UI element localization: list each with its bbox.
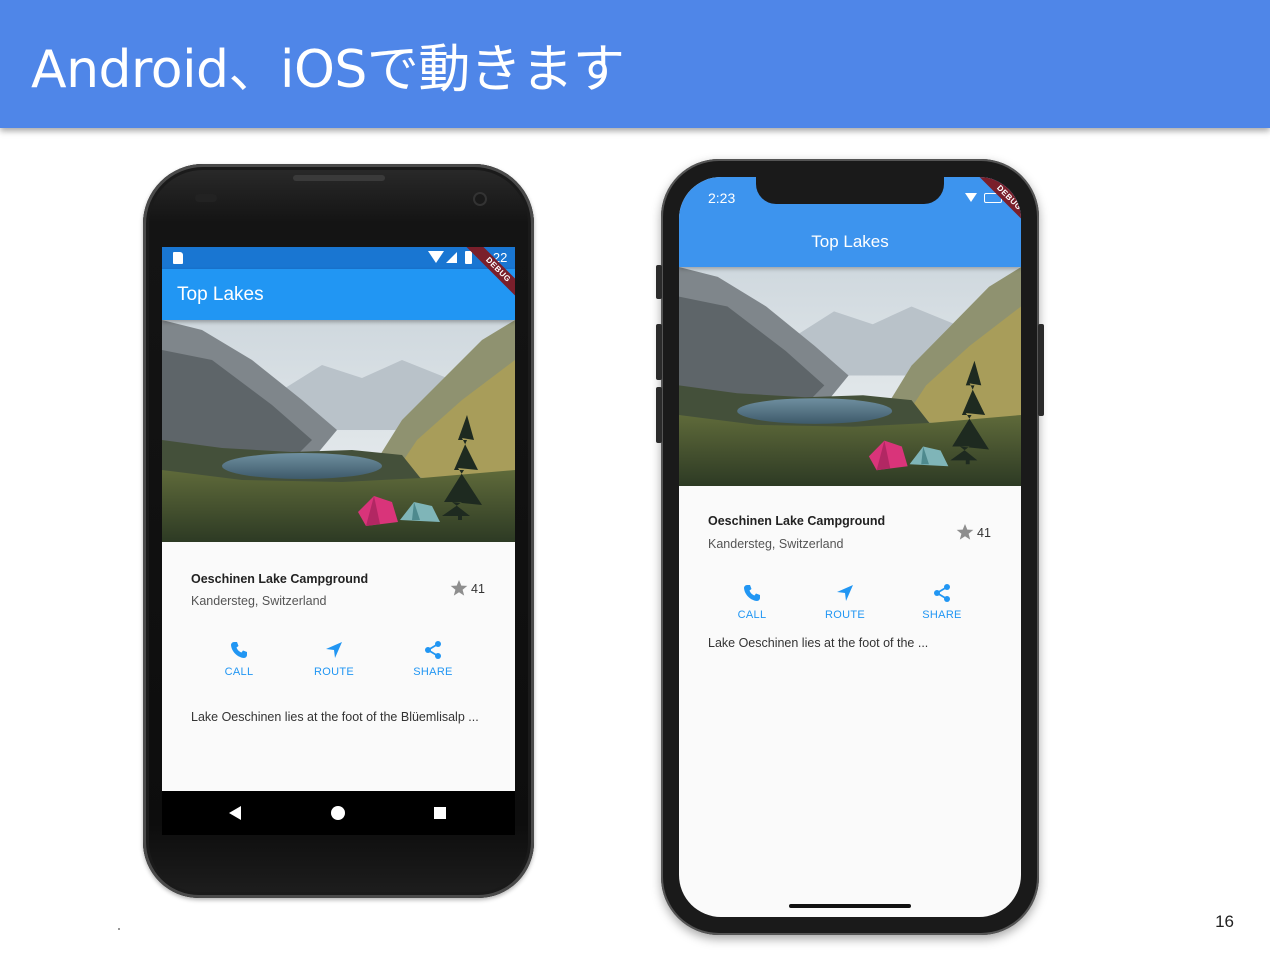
iphone-notch (756, 177, 944, 204)
place-name: Oeschinen Lake Campground (191, 572, 369, 586)
android-sensor (195, 194, 217, 202)
call-button[interactable]: CALL (199, 640, 279, 678)
recents-icon[interactable] (434, 807, 446, 819)
slide-title: Android、iOSで動きます (31, 40, 625, 100)
star-count: 41 (977, 526, 991, 540)
navigation-icon (326, 642, 342, 658)
share-label: SHARE (413, 666, 453, 678)
app-bar-title: Top Lakes (811, 232, 889, 251)
title-section: Oeschinen Lake Campground Kandersteg, Sw… (679, 486, 1021, 917)
volume-up-button (656, 324, 662, 380)
share-icon (933, 583, 951, 603)
iphone-screen: 2:23 Top Lakes DEBUG Oeschinen Lake Camp… (679, 177, 1021, 917)
title-section: Oeschinen Lake Campground Kandersteg, Sw… (162, 542, 515, 791)
star-icon[interactable] (956, 523, 974, 541)
home-icon[interactable] (331, 806, 345, 820)
share-icon (424, 640, 442, 660)
phone-icon (744, 585, 760, 601)
route-button[interactable]: ROUTE (805, 583, 885, 621)
place-location: Kandersteg, Switzerland (708, 537, 844, 551)
route-label: ROUTE (825, 609, 865, 621)
android-status-bar: 2:22 (162, 247, 515, 269)
share-label: SHARE (922, 609, 962, 621)
call-label: CALL (224, 666, 254, 678)
route-button[interactable]: ROUTE (294, 640, 374, 678)
lake-photo (162, 320, 515, 542)
navigation-icon (837, 585, 853, 601)
place-name: Oeschinen Lake Campground (708, 514, 886, 528)
share-button[interactable]: SHARE (393, 640, 473, 678)
app-bar: Top Lakes (162, 269, 515, 320)
cell-signal-icon (446, 252, 457, 263)
stray-mark (118, 928, 120, 930)
call-button[interactable]: CALL (712, 583, 792, 621)
call-label: CALL (737, 609, 767, 621)
route-label: ROUTE (314, 666, 354, 678)
android-nav-bar (162, 791, 515, 835)
volume-down-button (656, 387, 662, 443)
wifi-icon (965, 193, 977, 202)
sd-card-icon (173, 252, 183, 264)
app-bar-title: Top Lakes (177, 284, 264, 305)
star-icon[interactable] (450, 579, 468, 597)
wifi-icon (428, 251, 444, 263)
status-time: 2:23 (708, 190, 736, 206)
share-button[interactable]: SHARE (902, 583, 982, 621)
phone-icon (231, 642, 247, 658)
android-speaker (293, 175, 385, 181)
star-count: 41 (471, 582, 485, 596)
side-button (1038, 324, 1044, 416)
place-location: Kandersteg, Switzerland (191, 594, 327, 608)
android-phone-frame: 2:22 DEBUG Top Lakes Oeschinen Lake Camp… (143, 164, 534, 898)
description-text: Lake Oeschinen lies at the foot of the .… (708, 636, 929, 650)
battery-icon (465, 251, 472, 264)
description-text: Lake Oeschinen lies at the foot of the B… (191, 710, 479, 724)
back-icon[interactable] (229, 806, 241, 820)
lake-photo (679, 267, 1021, 486)
android-front-camera (473, 192, 487, 206)
android-screen: 2:22 DEBUG Top Lakes Oeschinen Lake Camp… (162, 247, 515, 835)
page-number: 16 (1215, 912, 1234, 931)
mute-switch (656, 265, 662, 299)
home-indicator[interactable] (789, 904, 911, 908)
slide-header: Android、iOSで動きます (0, 0, 1270, 128)
iphone-frame: 2:23 Top Lakes DEBUG Oeschinen Lake Camp… (656, 159, 1044, 935)
